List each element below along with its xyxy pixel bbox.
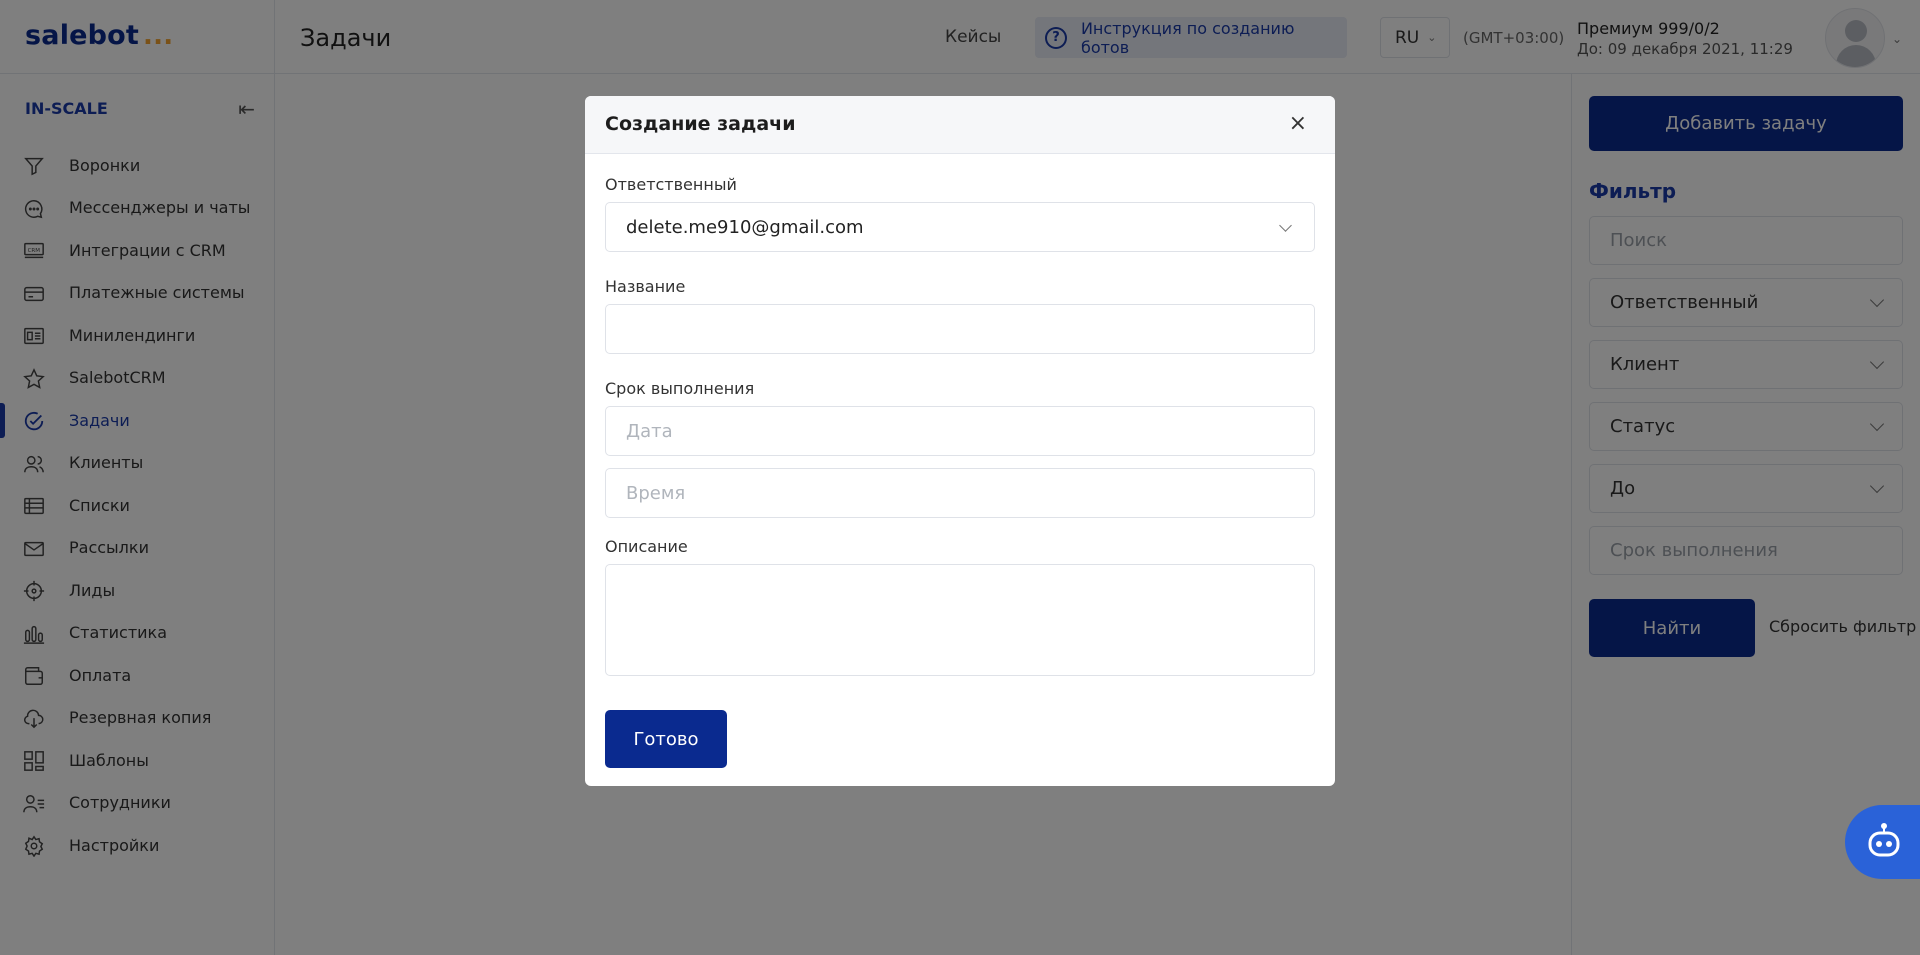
chevron-down-icon	[1279, 219, 1292, 232]
done-button[interactable]: Готово	[605, 710, 727, 768]
close-icon[interactable]: ×	[1289, 112, 1307, 136]
robot-icon	[1868, 823, 1900, 857]
responsible-select[interactable]: delete.me910@gmail.com	[605, 202, 1315, 252]
deadline-label: Срок выполнения	[605, 379, 755, 398]
bot-chat-widget[interactable]	[1845, 805, 1920, 879]
name-input[interactable]	[605, 304, 1315, 354]
responsible-label: Ответственный	[605, 175, 737, 194]
name-label: Название	[605, 277, 686, 296]
modal-header: Создание задачи ×	[585, 96, 1335, 154]
date-input[interactable]: Дата	[605, 406, 1315, 456]
time-placeholder: Время	[626, 482, 686, 504]
responsible-select-value: delete.me910@gmail.com	[626, 216, 864, 238]
create-task-modal: Создание задачи × Ответственный delete.m…	[585, 96, 1335, 786]
time-input[interactable]: Время	[605, 468, 1315, 518]
description-label: Описание	[605, 537, 688, 556]
modal-title: Создание задачи	[605, 113, 796, 135]
date-placeholder: Дата	[626, 420, 673, 442]
description-textarea[interactable]	[605, 564, 1315, 676]
